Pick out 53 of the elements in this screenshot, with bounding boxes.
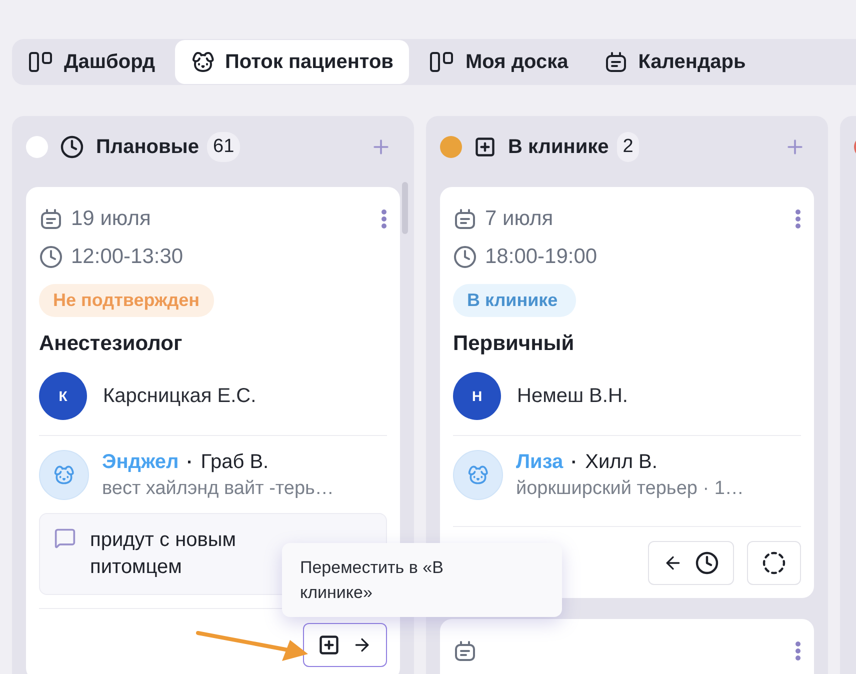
doctor-name: Немеш В.Н. bbox=[517, 384, 628, 408]
clock-icon bbox=[60, 135, 84, 159]
comment-icon bbox=[54, 527, 76, 549]
calendar-icon bbox=[39, 207, 63, 231]
calendar-icon bbox=[604, 50, 628, 74]
action-button[interactable] bbox=[303, 623, 387, 667]
doctor-name: Карсницкая Е.С. bbox=[103, 384, 256, 408]
calendar-icon bbox=[453, 207, 477, 231]
column-count: 2 bbox=[616, 132, 640, 162]
more-icon bbox=[795, 641, 801, 661]
separator-dot: · bbox=[186, 452, 193, 472]
medical-cross-icon bbox=[474, 136, 496, 158]
more-menu-button[interactable] bbox=[381, 209, 387, 229]
status-badge: Не подтвержден bbox=[39, 284, 214, 317]
board-icon bbox=[429, 50, 456, 74]
doctor-avatar: К bbox=[39, 372, 87, 420]
column-count: 61 bbox=[207, 132, 240, 162]
clock-icon bbox=[39, 245, 63, 269]
scrollbar[interactable] bbox=[402, 182, 408, 234]
more-icon bbox=[795, 209, 801, 229]
column-title: В клинике bbox=[508, 136, 609, 158]
clock-icon bbox=[453, 245, 477, 269]
dog-icon bbox=[467, 464, 489, 486]
nav-tab[interactable]: Календарь bbox=[588, 40, 762, 84]
calendar-icon bbox=[453, 639, 477, 663]
dog-icon bbox=[53, 464, 75, 486]
appointment-date: 19 июля bbox=[71, 207, 151, 231]
appointment-time: 18:00-19:00 bbox=[485, 245, 598, 269]
nav-tab[interactable]: Поток пациентов bbox=[175, 40, 410, 84]
more-menu-button[interactable] bbox=[795, 641, 801, 661]
separator-dot: · bbox=[571, 452, 578, 472]
appointment-date: 7 июля bbox=[485, 207, 554, 231]
clock-icon bbox=[695, 551, 719, 575]
nav-tab[interactable]: Дашборд bbox=[12, 40, 172, 84]
owner-name: Хилл В. bbox=[585, 450, 658, 474]
pet-breed: вест хайлэнд вайт -терь… bbox=[102, 478, 334, 500]
column-title: Плановые bbox=[96, 136, 199, 158]
dog-icon bbox=[191, 50, 216, 74]
more-menu-button[interactable] bbox=[795, 209, 801, 229]
doctor-avatar: Н bbox=[453, 372, 501, 420]
more-icon bbox=[381, 209, 387, 229]
note-text: придут с новым питомцем bbox=[90, 528, 237, 580]
medical-cross-icon bbox=[318, 634, 340, 656]
status-badge: В клинике bbox=[453, 284, 576, 317]
owner-name: Граб В. bbox=[200, 450, 269, 474]
pet-breed: йоркширский терьер · 1… bbox=[516, 478, 744, 500]
service-title: Анестезиолог bbox=[39, 332, 184, 356]
service-title: Первичный bbox=[453, 332, 576, 356]
tooltip: Переместить в «В клинике» bbox=[282, 543, 562, 617]
nav-tab[interactable]: Моя доска bbox=[413, 40, 584, 84]
appointment-time: 12:00-13:30 bbox=[71, 245, 184, 269]
dashed-circle-icon bbox=[762, 551, 786, 575]
board-icon bbox=[28, 50, 54, 74]
